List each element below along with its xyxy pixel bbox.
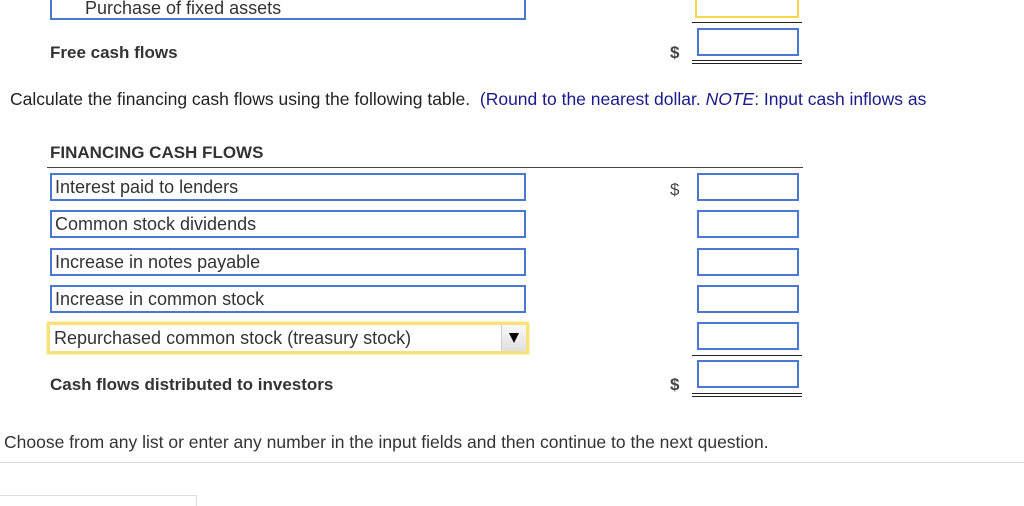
heading-rule [47, 167, 803, 168]
row-increase-notes-payable-input[interactable] [697, 248, 799, 276]
dropdown-selected-value: Repurchased common stock (treasury stock… [54, 328, 412, 348]
row-common-stock-dividends-input[interactable] [697, 210, 799, 238]
row-treasury-stock-input[interactable] [697, 322, 799, 350]
footer-instruction: Choose from any list or enter any number… [4, 432, 769, 452]
subtotal-rule-2 [692, 355, 802, 356]
row-interest-paid-label[interactable]: Interest paid to lenders [50, 173, 526, 201]
financing-heading: FINANCING CASH FLOWS [50, 143, 264, 162]
chevron-down-icon [509, 333, 519, 343]
instruction-note: (Round to the nearest dollar. NOTE: Inpu… [479, 89, 927, 109]
instruction-text: Calculate the financing cash flows using… [10, 89, 926, 110]
footer-divider [0, 462, 1024, 463]
row-interest-paid-input[interactable] [697, 173, 799, 201]
total-double-rule [692, 393, 802, 397]
treasury-stock-dropdown[interactable]: Repurchased common stock (treasury stock… [47, 322, 529, 354]
double-rule [692, 60, 802, 64]
free-cash-flows-input[interactable] [697, 28, 799, 56]
cash-flows-distributed-label: Cash flows distributed to investors [50, 375, 334, 394]
free-cash-flows-currency: $ [670, 43, 680, 62]
row-common-stock-dividends-label[interactable]: Common stock dividends [50, 210, 526, 238]
cash-flows-distributed-currency: $ [670, 375, 680, 394]
free-cash-flows-label: Free cash flows [50, 43, 178, 62]
purchase-fixed-assets-input[interactable] [695, 0, 799, 18]
instruction-main: Calculate the financing cash flows using… [10, 89, 471, 109]
row-interest-paid-currency: $ [670, 180, 680, 199]
bottom-panel-edge [0, 495, 197, 506]
dropdown-arrow-button[interactable] [501, 325, 526, 351]
row-increase-notes-payable-label[interactable]: Increase in notes payable [50, 248, 526, 276]
row-increase-common-stock-label[interactable]: Increase in common stock [50, 285, 526, 313]
cash-flows-distributed-input[interactable] [697, 360, 799, 388]
row-increase-common-stock-input[interactable] [697, 285, 799, 313]
subtotal-rule [692, 22, 802, 23]
purchase-fixed-assets-label[interactable]: Purchase of fixed assets [50, 0, 526, 20]
